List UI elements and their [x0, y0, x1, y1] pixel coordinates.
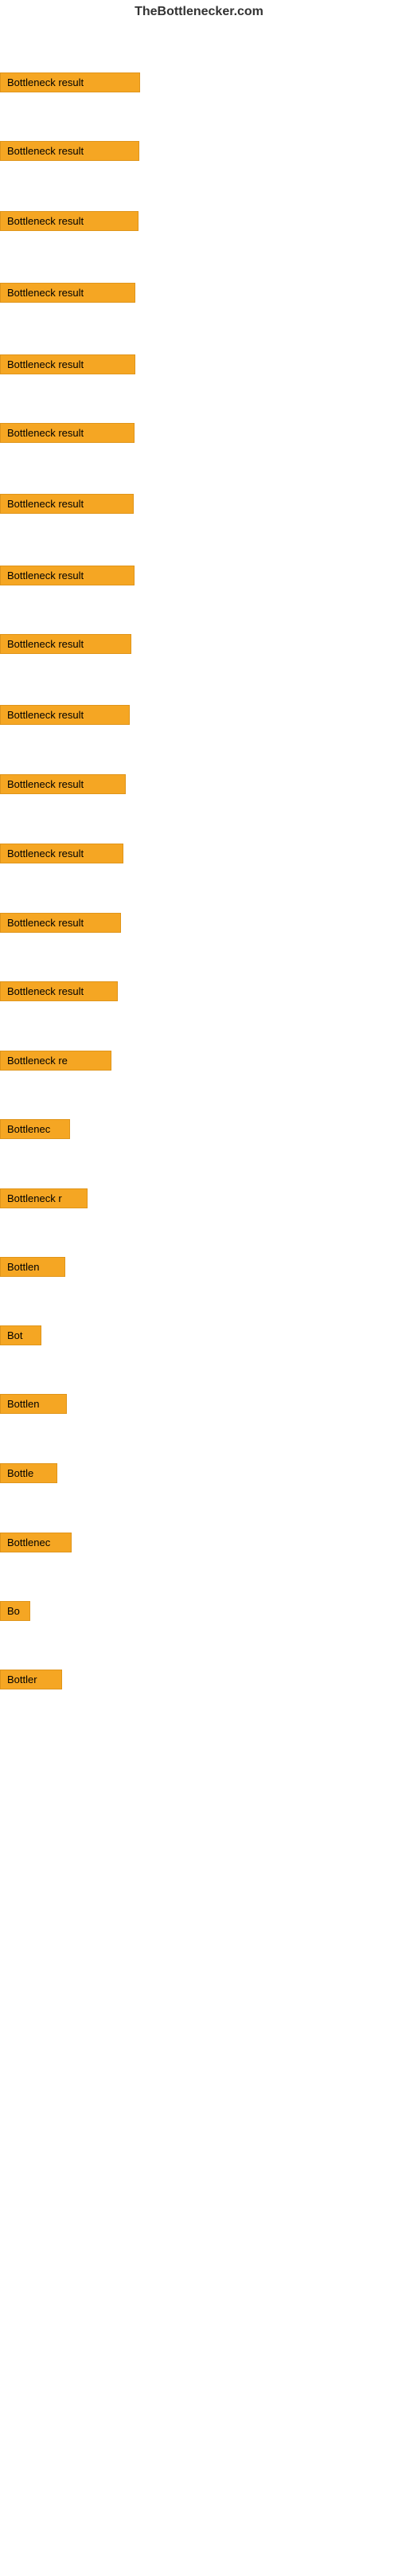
bottleneck-result-item[interactable]: Bottleneck result [0, 913, 121, 933]
bottleneck-result-item[interactable]: Bottleneck r [0, 1188, 88, 1208]
bottleneck-result-item[interactable]: Bo [0, 1601, 30, 1621]
bottleneck-result-item[interactable]: Bottler [0, 1670, 62, 1689]
site-title: TheBottlenecker.com [0, 0, 398, 27]
bottleneck-result-item[interactable]: Bottleneck result [0, 981, 118, 1001]
bottleneck-result-item[interactable]: Bottleneck result [0, 423, 135, 443]
bottleneck-result-item[interactable]: Bottleneck result [0, 566, 135, 585]
bottleneck-result-item[interactable]: Bottle [0, 1463, 57, 1483]
bottleneck-result-item[interactable]: Bottleneck re [0, 1051, 111, 1071]
bottleneck-result-item[interactable]: Bottleneck result [0, 283, 135, 303]
bottleneck-result-item[interactable]: Bottleneck result [0, 705, 130, 725]
bottleneck-result-item[interactable]: Bottlen [0, 1257, 65, 1277]
bottleneck-result-item[interactable]: Bottleneck result [0, 72, 140, 92]
bottleneck-result-item[interactable]: Bottlenec [0, 1533, 72, 1552]
bottleneck-result-item[interactable]: Bottleneck result [0, 844, 123, 863]
bottleneck-result-item[interactable]: Bottlen [0, 1394, 67, 1414]
bottleneck-result-item[interactable]: Bottleneck result [0, 494, 134, 514]
bottleneck-result-item[interactable]: Bottlenec [0, 1119, 70, 1139]
bottleneck-result-item[interactable]: Bottleneck result [0, 634, 131, 654]
bottleneck-result-item[interactable]: Bottleneck result [0, 141, 139, 161]
bottleneck-result-item[interactable]: Bottleneck result [0, 354, 135, 374]
bottleneck-result-item[interactable]: Bottleneck result [0, 774, 126, 794]
bottleneck-result-item[interactable]: Bot [0, 1325, 41, 1345]
bottleneck-result-item[interactable]: Bottleneck result [0, 211, 139, 231]
